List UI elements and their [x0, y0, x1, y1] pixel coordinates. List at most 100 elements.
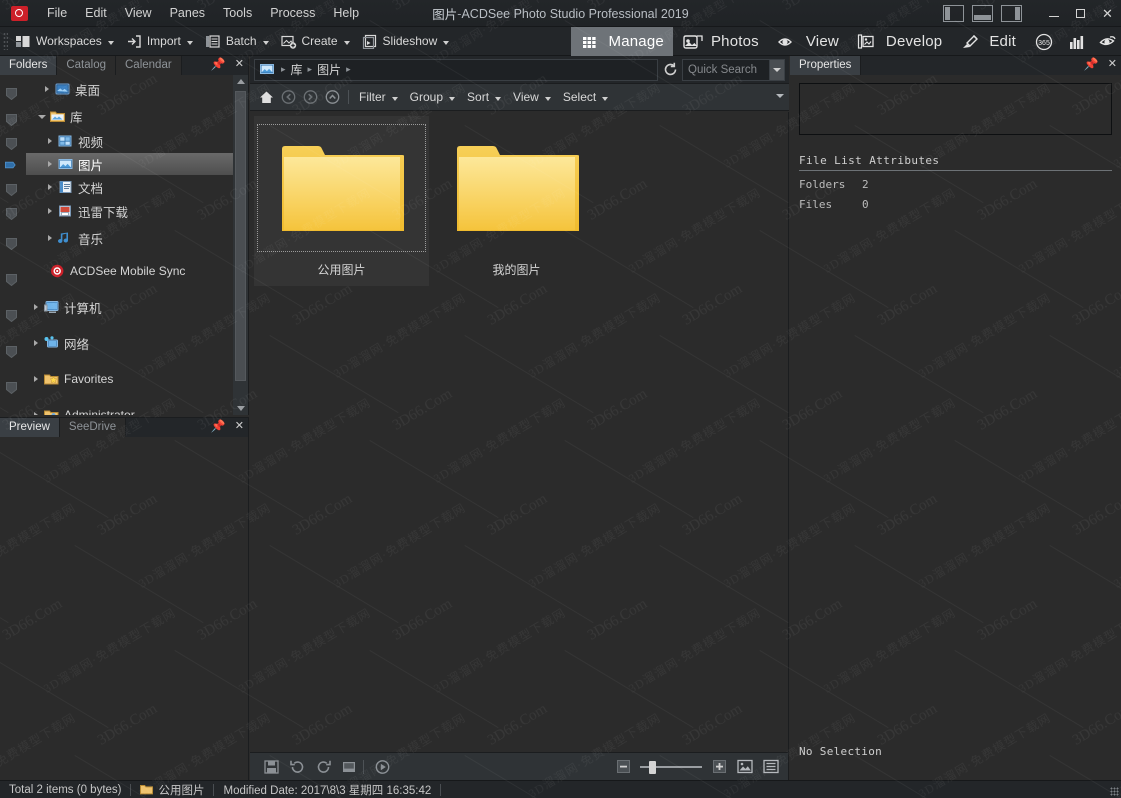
- batch-button[interactable]: Batch: [201, 29, 277, 53]
- chevron-down-icon[interactable]: [443, 40, 450, 45]
- chart-button[interactable]: [1057, 27, 1089, 56]
- eye-link-button[interactable]: [1089, 27, 1121, 56]
- menu-tools[interactable]: Tools: [214, 2, 261, 24]
- play-circle-icon[interactable]: [371, 757, 393, 777]
- rotate-left-icon[interactable]: [286, 757, 308, 777]
- tab-properties[interactable]: Properties: [790, 56, 862, 75]
- shield-badge-icon[interactable]: [6, 274, 17, 286]
- panel-right-icon[interactable]: [1001, 5, 1022, 22]
- maximize-icon[interactable]: [1067, 0, 1094, 27]
- menu-process[interactable]: Process: [261, 2, 324, 24]
- shield-badge-icon[interactable]: [6, 382, 17, 394]
- mode-photos[interactable]: Photos: [673, 27, 768, 56]
- create-button[interactable]: Create: [277, 29, 358, 53]
- panel-left-icon[interactable]: [943, 5, 964, 22]
- shield-badge-icon[interactable]: [6, 310, 17, 322]
- toolbar-grip[interactable]: [3, 32, 8, 50]
- tab-calendar[interactable]: Calendar: [116, 56, 182, 75]
- menu-panes[interactable]: Panes: [161, 2, 214, 24]
- zoom-slider-thumb[interactable]: [649, 760, 656, 774]
- filter-overflow-button[interactable]: [776, 94, 784, 98]
- select-button[interactable]: Select: [558, 87, 615, 107]
- panel-bottom-icon[interactable]: [972, 5, 993, 22]
- thumbnail-item[interactable]: 我的图片: [429, 116, 604, 286]
- arrow-left-icon[interactable]: [277, 87, 299, 107]
- shield-badge-icon[interactable]: [6, 346, 17, 358]
- folder-tree-scrollbar[interactable]: [233, 75, 248, 415]
- pin-icon[interactable]: 📌: [1084, 58, 1099, 70]
- shield-badge-icon[interactable]: [5, 160, 16, 172]
- scroll-up-icon[interactable]: [233, 75, 248, 88]
- filter-button[interactable]: Filter: [354, 87, 405, 107]
- search-input[interactable]: Quick Search: [682, 58, 770, 81]
- image-save-icon[interactable]: [260, 757, 282, 777]
- chevron-down-icon[interactable]: [343, 40, 350, 45]
- workspaces-button[interactable]: Workspaces: [11, 29, 122, 53]
- chevron-right-icon[interactable]: [32, 339, 41, 348]
- tree-item-favorites[interactable]: Favorites: [0, 361, 248, 397]
- shield-badge-icon[interactable]: [6, 114, 17, 126]
- tree-item-pictures[interactable]: 图片: [0, 153, 248, 175]
- chevron-right-icon[interactable]: [46, 207, 55, 216]
- breadcrumb-item-library[interactable]: 库: [288, 61, 306, 78]
- tree-item-acdsee-mobile-sync[interactable]: ACDSee Mobile Sync: [0, 253, 248, 289]
- search-dropdown-button[interactable]: [770, 58, 785, 81]
- chevron-right-icon[interactable]: [32, 411, 41, 415]
- breadcrumb-separator-trailing[interactable]: ▸: [346, 64, 351, 75]
- shield-badge-icon[interactable]: [6, 184, 17, 196]
- plus-icon[interactable]: [708, 757, 730, 777]
- acdsee-camera-logo-icon[interactable]: [8, 4, 30, 22]
- mode-develop[interactable]: Develop: [848, 27, 951, 56]
- close-icon[interactable]: ✕: [235, 58, 244, 70]
- zoom-slider[interactable]: [640, 760, 702, 774]
- tree-item-desktop[interactable]: 桌面: [0, 75, 248, 103]
- pin-icon[interactable]: 📌: [211, 420, 226, 432]
- sort-button[interactable]: Sort: [462, 87, 508, 107]
- shield-badge-icon[interactable]: [6, 208, 17, 220]
- slideshow-button[interactable]: Slideshow: [358, 29, 458, 53]
- breadcrumb-item-pictures[interactable]: 图片: [314, 61, 344, 78]
- chevron-right-icon[interactable]: [43, 85, 52, 94]
- thumbnail-grid[interactable]: 公用图片 我的图片: [250, 112, 789, 752]
- tab-folders[interactable]: Folders: [0, 56, 58, 75]
- tab-seedrive[interactable]: SeeDrive: [59, 418, 127, 437]
- menu-view[interactable]: View: [116, 2, 161, 24]
- close-icon[interactable]: ✕: [235, 420, 244, 432]
- menu-help[interactable]: Help: [324, 2, 368, 24]
- shield-badge-icon[interactable]: [6, 238, 17, 250]
- arrow-right-icon[interactable]: [299, 87, 321, 107]
- group-button[interactable]: Group: [405, 87, 462, 107]
- folder-tree[interactable]: 桌面 库 视频 图片 文档 迅雷下载 音乐 ACDSee Mobile Sync…: [0, 75, 248, 415]
- menu-edit[interactable]: Edit: [76, 2, 116, 24]
- chevron-down-icon[interactable]: [38, 112, 47, 121]
- pin-icon[interactable]: 📌: [211, 58, 226, 70]
- view-button[interactable]: View: [508, 87, 558, 107]
- chevron-right-icon[interactable]: [32, 375, 41, 384]
- chevron-down-icon[interactable]: [107, 40, 114, 45]
- chevron-right-icon[interactable]: [46, 234, 55, 243]
- chevron-right-icon[interactable]: [46, 137, 55, 146]
- tree-item-videos[interactable]: 视频: [0, 129, 248, 153]
- close-icon[interactable]: ✕: [1108, 58, 1117, 70]
- tree-item-computer[interactable]: 计算机: [0, 289, 248, 325]
- tree-item-administrator[interactable]: Administrator: [0, 397, 248, 415]
- import-button[interactable]: Import: [122, 29, 201, 53]
- tab-catalog[interactable]: Catalog: [57, 56, 116, 75]
- scroll-down-icon[interactable]: [233, 402, 248, 415]
- breadcrumb[interactable]: ▸ 库 ▸ 图片 ▸: [254, 58, 658, 81]
- chevron-right-icon[interactable]: [46, 160, 55, 169]
- tree-item-music[interactable]: 音乐: [0, 223, 248, 253]
- chevron-right-icon[interactable]: [46, 183, 55, 192]
- tree-item-library[interactable]: 库: [0, 103, 248, 129]
- shield-badge-icon[interactable]: [6, 88, 17, 100]
- tree-item-documents[interactable]: 文档: [0, 175, 248, 199]
- mode-edit[interactable]: Edit: [951, 27, 1025, 56]
- rotate-right-icon[interactable]: [312, 757, 334, 777]
- thumbnail-view-icon[interactable]: [734, 757, 756, 777]
- chevron-down-icon[interactable]: [262, 40, 269, 45]
- acdsee-365-button[interactable]: 365: [1025, 27, 1057, 56]
- mode-view[interactable]: View: [768, 27, 848, 56]
- resize-grip-icon[interactable]: [1110, 787, 1119, 796]
- tab-preview[interactable]: Preview: [0, 418, 60, 437]
- filmstrip-icon[interactable]: [338, 757, 360, 777]
